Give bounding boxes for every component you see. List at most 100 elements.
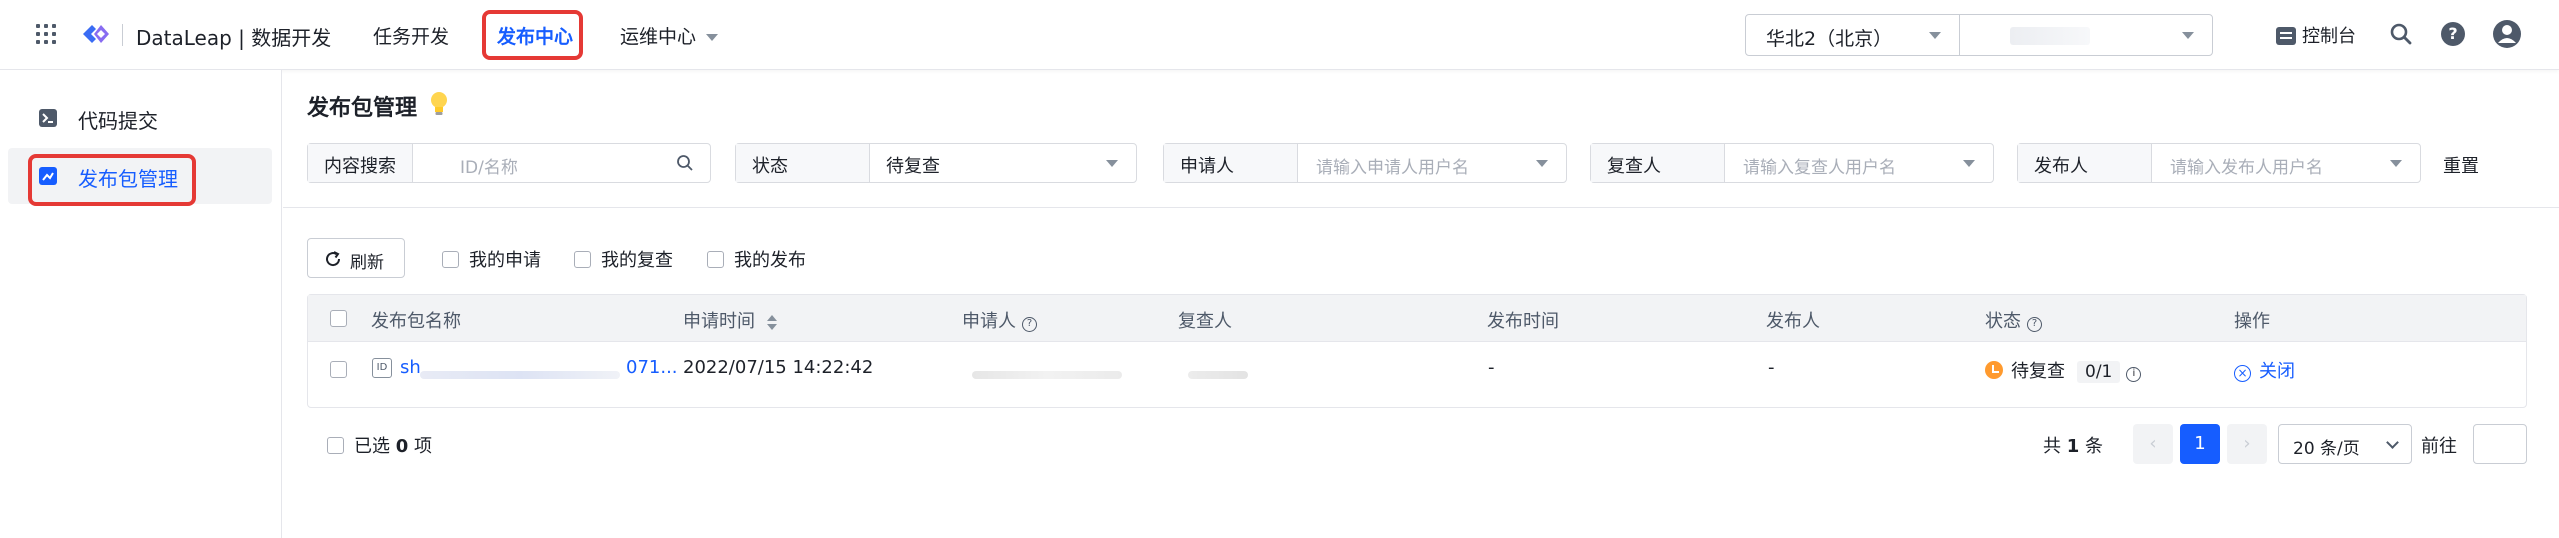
- table-header: 发布包名称 申请时间 申请人? 复查人 发布时间 发布人 状态? 操作: [308, 295, 2526, 342]
- page-size-value: 20 条/页: [2293, 439, 2360, 459]
- col-publish-time: 发布时间: [1487, 311, 1559, 332]
- question-icon[interactable]: ?: [2027, 317, 2042, 332]
- chevron-down-icon: [1106, 160, 1118, 167]
- checkbox[interactable]: [574, 251, 591, 268]
- brand-divider: [122, 24, 123, 46]
- sidebar-item-label: 代码提交: [78, 109, 158, 133]
- package-name-redacted: [420, 371, 620, 379]
- page-size-select[interactable]: 20 条/页: [2278, 424, 2412, 464]
- row-checkbox[interactable]: [330, 361, 347, 378]
- account-select[interactable]: ​: [1959, 14, 2213, 56]
- publisher: -: [1768, 357, 1775, 378]
- page-title: 发布包管理: [307, 96, 418, 121]
- console-label: 控制台: [2302, 26, 2356, 47]
- col-applicant: 申请人?: [962, 307, 1037, 333]
- my-reviews-checkbox[interactable]: 我的复查: [574, 246, 673, 272]
- apply-time: 2022/07/15 14:22:42: [683, 357, 874, 378]
- refresh-button[interactable]: 刷新: [307, 238, 405, 278]
- checkbox[interactable]: [442, 251, 459, 268]
- nav-ops-center[interactable]: 运维中心: [620, 22, 719, 49]
- top-bar: DataLeap | 数据开发 任务开发 发布中心 运维中心 华北2（北京） ​…: [0, 0, 2559, 70]
- col-actions: 操作: [2234, 311, 2270, 332]
- col-apply-time[interactable]: 申请时间: [683, 307, 777, 333]
- checkbox[interactable]: [707, 251, 724, 268]
- package-name-link[interactable]: sh: [400, 357, 421, 378]
- search-filter[interactable]: 内容搜索 ID/名称: [307, 143, 711, 183]
- checkbox-label: 我的发布: [734, 250, 806, 271]
- close-action[interactable]: × 关闭: [2234, 357, 2295, 383]
- account-name-redacted: [2010, 27, 2090, 45]
- applicant-filter[interactable]: 申请人 请输入申请人用户名: [1163, 143, 1567, 183]
- chevron-down-icon: [2182, 32, 2194, 39]
- my-applications-checkbox[interactable]: 我的申请: [442, 246, 541, 272]
- bulb-icon[interactable]: [428, 90, 450, 118]
- nav-task-dev[interactable]: 任务开发: [373, 22, 449, 49]
- region-select[interactable]: 华北2（北京）: [1745, 14, 1960, 56]
- search-icon[interactable]: [676, 154, 694, 172]
- status-filter[interactable]: 状态 待复查: [735, 143, 1137, 183]
- highlight-nav-release: [482, 10, 583, 60]
- col-status: 状态?: [1985, 307, 2042, 333]
- reviewer-select[interactable]: 请输入复查人用户名: [1743, 153, 1896, 178]
- chevron-down-icon: [1963, 160, 1975, 167]
- close-action-label: 关闭: [2259, 361, 2295, 382]
- col-apply-time-label: 申请时间: [683, 311, 755, 332]
- chevron-down-icon: [706, 34, 719, 41]
- select-all-footer-checkbox[interactable]: [327, 437, 344, 454]
- select-all-checkbox[interactable]: [330, 310, 347, 327]
- package-table: 发布包名称 申请时间 申请人? 复查人 发布时间 发布人 状态? 操作 ID s…: [307, 294, 2527, 408]
- help-icon[interactable]: ?: [2441, 22, 2465, 46]
- reviewer-filter[interactable]: 复查人 请输入复查人用户名: [1590, 143, 1994, 183]
- publisher-filter[interactable]: 发布人 请输入发布人用户名: [2017, 143, 2421, 183]
- package-name-prefix: sh: [400, 357, 421, 378]
- prev-page-button[interactable]: ‹: [2133, 424, 2173, 464]
- search-input[interactable]: ID/名称: [460, 153, 518, 178]
- selected-count: 0: [395, 436, 409, 457]
- refresh-label: 刷新: [350, 253, 384, 273]
- section-divider: [283, 207, 2559, 208]
- chevron-down-icon: [2386, 436, 2399, 449]
- next-page-button[interactable]: ›: [2227, 424, 2267, 464]
- chevron-down-icon: [2390, 160, 2402, 167]
- user-avatar-icon[interactable]: [2492, 19, 2522, 49]
- page-number-button[interactable]: 1: [2180, 424, 2220, 464]
- applicant-filter-label: 申请人: [1164, 144, 1298, 182]
- col-status-label: 状态: [1985, 311, 2021, 332]
- refresh-icon: [326, 251, 341, 267]
- package-name-suffix[interactable]: 071...: [626, 357, 678, 378]
- search-icon[interactable]: [2390, 23, 2412, 45]
- review-progress-badge: 0/1: [2077, 361, 2121, 383]
- checkbox-label: 我的复查: [601, 250, 673, 271]
- apps-grid-icon[interactable]: [36, 24, 56, 44]
- publish-time: -: [1488, 357, 1495, 378]
- total-count: 共 1 条: [2043, 432, 2103, 458]
- search-filter-label: 内容搜索: [308, 144, 413, 182]
- main-content: 发布包管理 内容搜索 ID/名称 状态 待复查 申请人 请输入申请人用户名 复查…: [283, 70, 2559, 538]
- selected-suffix: 项: [414, 436, 432, 457]
- applicant-select[interactable]: 请输入申请人用户名: [1316, 153, 1469, 178]
- sort-icon[interactable]: [767, 314, 777, 330]
- sidebar-item-code-submit[interactable]: 代码提交: [8, 90, 272, 146]
- dataleap-logo-icon[interactable]: [80, 20, 112, 48]
- brand-name: DataLeap | 数据开发: [136, 26, 332, 50]
- console-icon: [2276, 27, 2296, 45]
- total-number: 1: [2066, 436, 2080, 457]
- total-prefix: 共: [2043, 436, 2061, 457]
- info-icon[interactable]: i: [2126, 367, 2142, 382]
- col-package-name: 发布包名称: [371, 311, 461, 332]
- close-circle-icon: ×: [2234, 365, 2251, 382]
- region-value: 华北2（北京）: [1766, 28, 1893, 50]
- my-releases-checkbox[interactable]: 我的发布: [707, 246, 806, 272]
- highlight-sidebar-package: [28, 154, 196, 206]
- sidebar: 代码提交 发布包管理: [0, 70, 282, 538]
- status-select-value: 待复查: [886, 156, 940, 177]
- goto-page-input[interactable]: [2473, 424, 2527, 464]
- reset-button[interactable]: 重置: [2443, 152, 2479, 178]
- console-link[interactable]: 控制台: [2276, 22, 2356, 48]
- col-applicant-label: 申请人: [962, 311, 1016, 332]
- question-icon[interactable]: ?: [1022, 317, 1037, 332]
- code-submit-icon: [39, 109, 57, 127]
- publisher-select[interactable]: 请输入发布人用户名: [2170, 153, 2323, 178]
- chevron-down-icon: [1536, 160, 1548, 167]
- selected-summary: 已选 0 项: [327, 432, 432, 458]
